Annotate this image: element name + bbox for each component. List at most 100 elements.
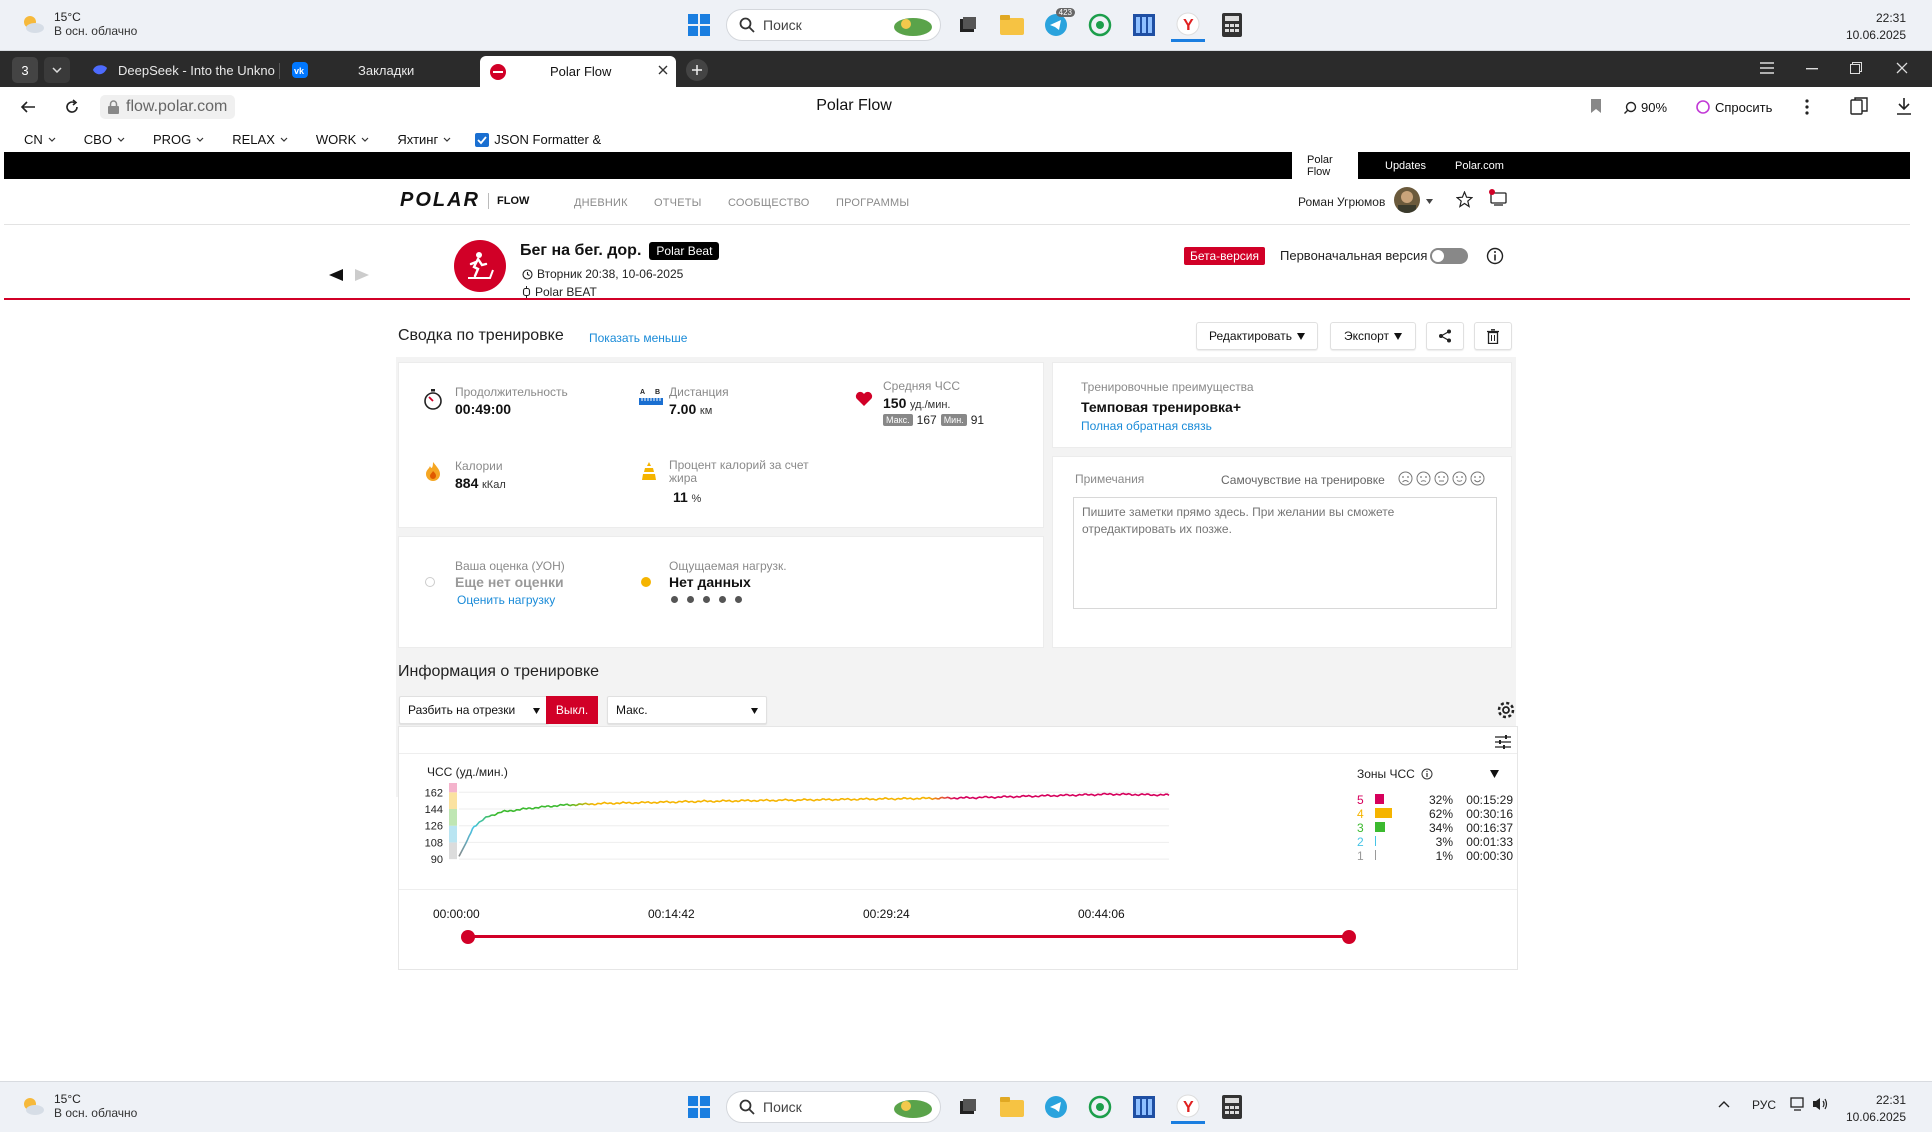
time-range-slider[interactable] — [467, 935, 1349, 938]
zone-share-bar — [1375, 794, 1384, 804]
weather-widget[interactable]: 15°C В осн. облачно — [20, 1092, 137, 1120]
info-icon[interactable] — [1486, 247, 1504, 265]
input-language[interactable]: РУС — [1752, 1098, 1776, 1112]
session-datetime: Вторник 20:38, 10-06-2025 — [537, 267, 684, 281]
original-version-toggle[interactable] — [1430, 248, 1468, 264]
nav-community[interactable]: СООБЩЕСТВО — [728, 197, 810, 209]
tray-chevron-up-icon[interactable] — [1718, 1100, 1730, 1108]
tab-counter[interactable]: 3 — [12, 57, 38, 83]
hr-line-chart[interactable]: 90 108 126 144 162 — [399, 777, 1517, 877]
feeling-good-icon[interactable] — [1452, 471, 1467, 486]
split-select[interactable]: Разбить на отрезки — [399, 696, 549, 724]
bookmark-page-icon[interactable] — [1590, 98, 1602, 114]
tab-deepseek[interactable]: DeepSeek - Into the Unkno — [82, 56, 278, 84]
chart-settings-gear-icon[interactable] — [1492, 696, 1520, 724]
calculator-icon[interactable] — [1215, 1090, 1249, 1124]
volume-icon[interactable] — [1812, 1096, 1830, 1112]
close-window-icon[interactable] — [1896, 62, 1908, 74]
notes-textarea[interactable] — [1073, 497, 1497, 609]
feeling-very-good-icon[interactable] — [1470, 471, 1485, 486]
user-menu-chevron-icon[interactable] — [1426, 199, 1433, 204]
rate-load-link[interactable]: Оценить нагрузку — [457, 593, 565, 607]
yandex-browser-icon[interactable]: Y — [1171, 1090, 1205, 1124]
bookmark-folder-yachting[interactable]: Яхтинг — [397, 132, 451, 147]
topbar-tab-updates[interactable]: Updates — [1370, 152, 1441, 179]
whatsapp-icon[interactable] — [1083, 1090, 1117, 1124]
prev-session-icon[interactable] — [324, 263, 348, 287]
favorites-star-icon[interactable] — [1456, 191, 1473, 208]
delete-button[interactable] — [1474, 322, 1512, 350]
bookmark-folder-cn[interactable]: CN — [24, 132, 56, 147]
toggle-summary-link[interactable]: Показать меньше — [589, 330, 687, 345]
ask-alice-button[interactable]: Спросить — [1696, 93, 1772, 121]
telegram-icon[interactable]: 423 — [1039, 8, 1075, 42]
metric-select[interactable]: Макс. — [607, 696, 767, 724]
close-tab-icon[interactable] — [658, 65, 668, 75]
nav-reports[interactable]: ОТЧЕТЫ — [654, 197, 702, 209]
yandex-browser-icon[interactable]: Y — [1171, 8, 1205, 42]
calculator-icon[interactable] — [1215, 8, 1249, 42]
whatsapp-icon[interactable] — [1083, 8, 1117, 42]
taskbar-search[interactable]: Поиск — [726, 1091, 941, 1123]
share-button[interactable] — [1426, 322, 1464, 350]
chart-filters-icon[interactable] — [1495, 735, 1511, 749]
full-feedback-link[interactable]: Полная обратная связь — [1081, 419, 1212, 433]
topbar-tab-polar-com[interactable]: Polar.com — [1440, 152, 1519, 179]
taskbar-search[interactable]: Поиск — [726, 9, 941, 41]
start-button[interactable] — [682, 8, 716, 42]
feeling-very-bad-icon[interactable] — [1398, 471, 1413, 486]
nav-diary[interactable]: ДНЕВНИК — [574, 197, 628, 209]
file-explorer-icon[interactable] — [995, 1090, 1029, 1124]
more-options-icon[interactable] — [1805, 99, 1809, 115]
bookmark-folder-work[interactable]: WORK — [316, 132, 369, 147]
export-label: Экспорт — [1343, 329, 1390, 343]
feeling-bad-icon[interactable] — [1416, 471, 1431, 486]
new-tab-icon[interactable] — [686, 59, 708, 81]
task-view-icon[interactable] — [951, 8, 985, 42]
clock[interactable]: 22:31 10.06.2025 — [1846, 10, 1906, 44]
zones-title: Зоны ЧСС — [1357, 767, 1415, 781]
topbar-tab-polar-flow[interactable]: Polar Flow — [1292, 152, 1358, 179]
bookmark-folder-relax[interactable]: RELAX — [232, 132, 288, 147]
range-start-handle[interactable] — [461, 930, 475, 944]
bookmark-json-formatter[interactable]: JSON Formatter & — [475, 132, 601, 147]
avatar[interactable] — [1394, 187, 1420, 213]
tab-polar-flow[interactable]: Polar Flow — [480, 56, 676, 87]
telegram-icon[interactable] — [1039, 1090, 1073, 1124]
tab-list-chevron-icon[interactable] — [44, 57, 70, 83]
nav-programs[interactable]: ПРОГРАММЫ — [836, 197, 909, 209]
weather-widget[interactable]: 15°C В осн. облачно — [20, 10, 137, 38]
zones-collapse-icon[interactable] — [1490, 770, 1499, 778]
minimize-icon[interactable] — [1806, 68, 1818, 70]
restore-icon[interactable] — [1850, 62, 1862, 74]
collections-icon[interactable] — [1850, 97, 1868, 115]
file-explorer-icon[interactable] — [995, 8, 1029, 42]
distance-value: 7.00 — [669, 401, 697, 417]
split-off-toggle[interactable]: Выкл. — [546, 696, 598, 724]
original-version-label: Первоначальная версия — [1280, 248, 1428, 263]
bookmark-folder-prog[interactable]: PROG — [153, 132, 204, 147]
network-icon[interactable] — [1790, 1096, 1808, 1112]
y-tick-label: 108 — [425, 837, 443, 849]
search-icon — [739, 17, 755, 33]
tab-bookmarks[interactable]: vk Закладки — [282, 56, 472, 84]
zoom-indicator[interactable]: 90% — [1624, 93, 1676, 121]
sync-device-icon[interactable] — [1488, 189, 1508, 207]
menu-icon[interactable] — [1760, 62, 1774, 74]
range-end-handle[interactable] — [1342, 930, 1356, 944]
zones-info-icon[interactable] — [1421, 768, 1433, 780]
export-dropdown-button[interactable]: Экспорт — [1330, 322, 1416, 350]
search-placeholder: Поиск — [763, 17, 802, 33]
polar-flow-page: Polar Flow Updates Polar.com POLAR FLOW … — [4, 152, 1910, 1082]
polar-logo[interactable]: POLAR FLOW — [400, 189, 529, 212]
user-name[interactable]: Роман Угрюмов — [1298, 195, 1385, 209]
task-view-icon[interactable] — [951, 1090, 985, 1124]
start-button[interactable] — [682, 1090, 716, 1124]
app-grid-icon[interactable] — [1127, 1090, 1161, 1124]
bookmark-folder-cbo[interactable]: CBO — [84, 132, 125, 147]
edit-dropdown-button[interactable]: Редактировать — [1196, 322, 1318, 350]
download-icon[interactable] — [1896, 97, 1912, 115]
app-grid-icon[interactable] — [1127, 8, 1161, 42]
feeling-neutral-icon[interactable] — [1434, 471, 1449, 486]
clock[interactable]: 22:31 10.06.2025 — [1846, 1092, 1906, 1126]
